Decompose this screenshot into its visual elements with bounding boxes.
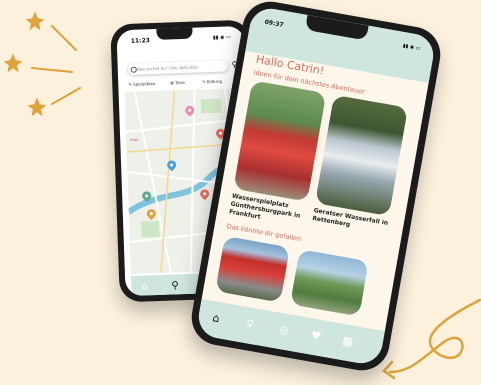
home-icon[interactable]: ⌂ bbox=[141, 281, 148, 292]
card-image[interactable] bbox=[315, 94, 408, 217]
search-icon[interactable]: ⚲ bbox=[245, 317, 255, 331]
star-icon bbox=[3, 53, 23, 73]
search-placeholder: Was suchst du? (Ort, Aktivität) bbox=[136, 64, 198, 72]
home-icon[interactable]: ⌂ bbox=[211, 311, 220, 325]
card-image[interactable] bbox=[233, 80, 327, 202]
star-icon bbox=[27, 97, 47, 117]
filter-spielplaetze[interactable]: ⚘ Spielplätze bbox=[128, 79, 155, 89]
search-icon[interactable]: ⚲ bbox=[171, 280, 179, 291]
swirl-doodle bbox=[388, 298, 481, 374]
filter-tiere[interactable]: ✿ Tiere bbox=[170, 78, 185, 88]
star-icon bbox=[25, 11, 45, 31]
map-label: Mapa bbox=[130, 137, 139, 142]
card-image[interactable] bbox=[290, 249, 369, 317]
status-icons: ▮▮ ◉ ▭ bbox=[212, 34, 231, 41]
search-input[interactable]: Was suchst du? (Ort, Aktivität) bbox=[127, 60, 228, 75]
status-time: 11:23 bbox=[130, 37, 151, 45]
heart-icon[interactable]: ♥ bbox=[310, 329, 322, 344]
pin-icon[interactable]: ◎ bbox=[278, 323, 290, 337]
search-icon bbox=[130, 66, 137, 73]
phone-notch bbox=[156, 27, 193, 40]
card-image[interactable] bbox=[215, 235, 290, 303]
filter-bildung[interactable]: ✎ Bildung bbox=[202, 77, 222, 87]
calendar-icon[interactable]: ▦ bbox=[341, 334, 354, 349]
filter-bar: ⚘ Spielplätze ✿ Tiere ✎ Bildung bbox=[128, 76, 246, 89]
